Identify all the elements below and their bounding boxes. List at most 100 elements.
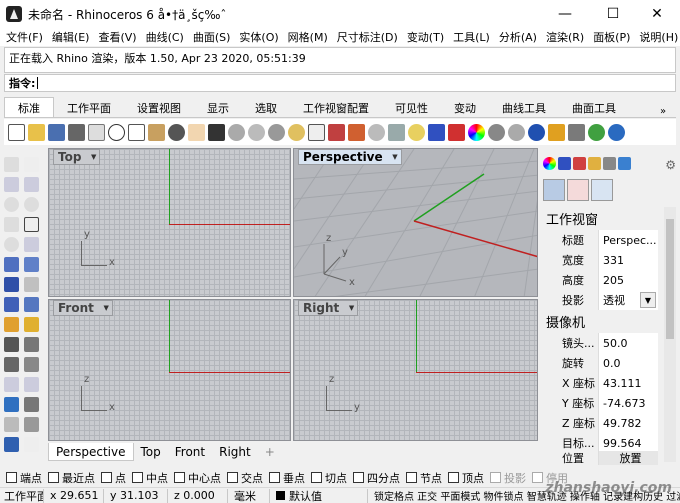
move-icon[interactable] bbox=[4, 377, 19, 392]
select-arrow-icon[interactable] bbox=[4, 157, 19, 172]
vptab-perspective[interactable]: Perspective bbox=[48, 443, 134, 461]
status-layer[interactable]: 默认值 bbox=[270, 488, 368, 503]
undo-icon[interactable] bbox=[168, 123, 185, 141]
menu-mesh[interactable]: 网格(M) bbox=[285, 29, 331, 45]
panel-scrollbar-thumb[interactable] bbox=[666, 219, 674, 339]
fillet-icon[interactable] bbox=[24, 317, 39, 332]
color-wheel-icon[interactable] bbox=[468, 123, 485, 141]
options-icon[interactable] bbox=[608, 123, 625, 141]
render-panel-icon[interactable] bbox=[588, 157, 601, 170]
help-icon[interactable] bbox=[588, 123, 605, 141]
osnap-center-checkbox[interactable] bbox=[174, 472, 185, 483]
osnap-near-checkbox[interactable] bbox=[48, 472, 59, 483]
prop-y-value[interactable]: -74.673 bbox=[598, 393, 658, 413]
polyline-icon[interactable] bbox=[4, 177, 19, 192]
menu-file[interactable]: 文件(F) bbox=[3, 29, 46, 45]
osnap-int[interactable]: 交点 bbox=[227, 470, 263, 486]
zoom-icon[interactable] bbox=[228, 123, 245, 141]
pan-hand-icon[interactable] bbox=[188, 123, 205, 141]
osnap-point[interactable]: 点 bbox=[101, 470, 126, 486]
tab-curve-tools[interactable]: 曲线工具 bbox=[489, 98, 559, 117]
tools-icon[interactable] bbox=[568, 123, 585, 141]
menu-view[interactable]: 查看(V) bbox=[95, 29, 139, 45]
prop-target-value[interactable]: 99.564 bbox=[598, 433, 658, 453]
osnap-vertex[interactable]: 顶点 bbox=[448, 470, 484, 486]
osnap-end-checkbox[interactable] bbox=[6, 472, 17, 483]
osnap-disable-checkbox[interactable] bbox=[532, 472, 543, 483]
add-viewport-tab-button[interactable]: + bbox=[258, 443, 282, 461]
viewport-top[interactable]: Top y x bbox=[48, 148, 291, 297]
dimension-icon[interactable] bbox=[4, 397, 19, 412]
light-icon[interactable] bbox=[548, 123, 565, 141]
menu-dimension[interactable]: 尺寸标注(D) bbox=[334, 29, 401, 45]
osnap-perp[interactable]: 垂点 bbox=[269, 470, 305, 486]
rectangle-icon[interactable] bbox=[24, 217, 39, 232]
prop-height-value[interactable]: 205 bbox=[598, 270, 658, 290]
maximize-button[interactable]: ☐ bbox=[590, 0, 636, 28]
tab-visibility[interactable]: 可见性 bbox=[382, 98, 441, 117]
molecule-tab-icon[interactable] bbox=[591, 179, 613, 201]
menu-panels[interactable]: 面板(P) bbox=[590, 29, 633, 45]
osnap-quad[interactable]: 四分点 bbox=[353, 470, 400, 486]
prop-z-value[interactable]: 49.782 bbox=[598, 413, 658, 433]
viewport-front[interactable]: Front z x bbox=[48, 299, 291, 441]
viewport-front-label[interactable]: Front bbox=[53, 300, 113, 316]
viewport-frame-tab-icon[interactable] bbox=[567, 179, 589, 201]
print-icon[interactable] bbox=[68, 123, 85, 141]
osnap-int-checkbox[interactable] bbox=[227, 472, 238, 483]
rotate-view-icon[interactable] bbox=[208, 123, 225, 141]
osnap-mid-checkbox[interactable] bbox=[132, 472, 143, 483]
tab-surface-tools[interactable]: 曲面工具 bbox=[559, 98, 629, 117]
tab-cplanes[interactable]: 工作平面 bbox=[54, 98, 124, 117]
command-line[interactable]: 指令: bbox=[4, 74, 676, 92]
zoom-window-icon[interactable] bbox=[248, 123, 265, 141]
layer-icon[interactable] bbox=[428, 123, 445, 141]
tab-viewport-layout[interactable]: 工作视窗配置 bbox=[290, 98, 382, 117]
tab-display[interactable]: 显示 bbox=[194, 98, 242, 117]
car-icon[interactable] bbox=[328, 123, 345, 141]
array-icon[interactable] bbox=[4, 417, 19, 432]
cplane-icon[interactable] bbox=[368, 123, 385, 141]
panel-scrollbar[interactable] bbox=[664, 207, 676, 462]
menu-transform[interactable]: 变动(T) bbox=[404, 29, 447, 45]
rhino-app-icon[interactable] bbox=[6, 6, 22, 22]
light-bulb-icon[interactable] bbox=[408, 123, 425, 141]
curve-icon[interactable] bbox=[24, 177, 39, 192]
render-icon[interactable] bbox=[528, 123, 545, 141]
menu-solid[interactable]: 实体(O) bbox=[236, 29, 281, 45]
osnap-vertex-checkbox[interactable] bbox=[448, 472, 459, 483]
extrude-icon[interactable] bbox=[4, 297, 19, 312]
split-icon[interactable] bbox=[24, 337, 39, 352]
prop-lens-value[interactable]: 50.0 bbox=[598, 333, 658, 353]
viewport-right[interactable]: Right z y bbox=[293, 299, 538, 441]
viewport-perspective[interactable]: Perspective z y x bbox=[293, 148, 538, 297]
vptab-front[interactable]: Front bbox=[168, 443, 212, 461]
minimize-button[interactable]: — bbox=[542, 0, 588, 28]
osnap-tan[interactable]: 切点 bbox=[311, 470, 347, 486]
viewport-right-label[interactable]: Right bbox=[298, 300, 359, 316]
loft-icon[interactable] bbox=[24, 257, 39, 272]
ellipse-icon[interactable] bbox=[4, 237, 19, 252]
rotate-icon[interactable] bbox=[24, 377, 39, 392]
menu-help[interactable]: 说明(H) bbox=[636, 29, 680, 45]
menu-surface[interactable]: 曲面(S) bbox=[190, 29, 234, 45]
vptab-right[interactable]: Right bbox=[212, 443, 258, 461]
material-panel-icon[interactable] bbox=[573, 157, 586, 170]
osnap-project-checkbox[interactable] bbox=[490, 472, 501, 483]
new-file-icon[interactable] bbox=[8, 123, 25, 141]
sphere-icon[interactable] bbox=[24, 277, 39, 292]
text-icon[interactable] bbox=[24, 397, 39, 412]
tab-select[interactable]: 选取 bbox=[242, 98, 290, 117]
box-icon[interactable] bbox=[4, 277, 19, 292]
menu-tools[interactable]: 工具(L) bbox=[450, 29, 493, 45]
polygon-icon[interactable] bbox=[4, 217, 19, 232]
circle-icon[interactable] bbox=[4, 197, 19, 212]
boolean-icon[interactable] bbox=[4, 317, 19, 332]
osnap-mid[interactable]: 中点 bbox=[132, 470, 168, 486]
osnap-knot-checkbox[interactable] bbox=[406, 472, 417, 483]
help-panel-icon[interactable] bbox=[618, 157, 631, 170]
osnap-end[interactable]: 端点 bbox=[6, 470, 42, 486]
offset-curve-icon[interactable] bbox=[24, 237, 39, 252]
arc-icon[interactable] bbox=[24, 197, 39, 212]
more-tools-icon[interactable] bbox=[24, 437, 39, 452]
